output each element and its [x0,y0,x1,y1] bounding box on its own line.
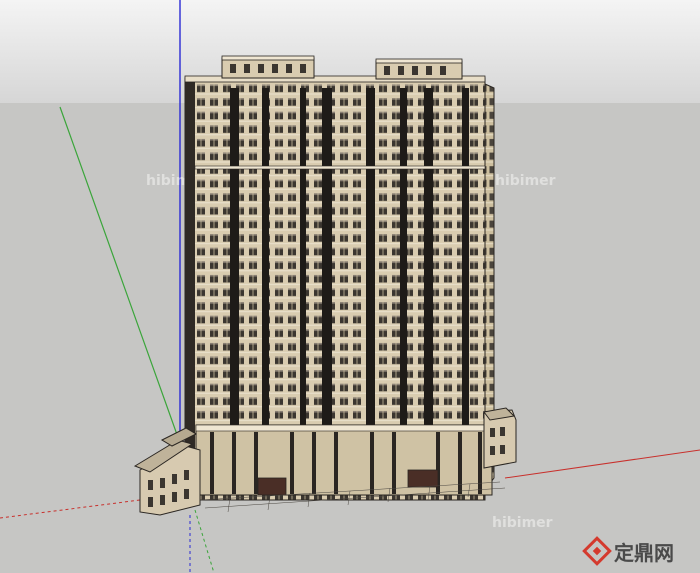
logo-text: 定鼎网 [614,541,674,565]
rooftop-pavilion-left [221,55,315,79]
tower-building [184,55,495,501]
watermark-text: hibimer [492,515,553,531]
rooftop-pavilion-right [375,58,463,80]
podium-band [195,424,493,432]
watermark-text: hibimer [495,173,556,189]
right-annex-building [483,407,517,469]
sketchup-viewport: hibimer hibimer hibimer 定鼎网 [0,0,700,573]
entrance-door-right [407,469,439,488]
facade-cornice-band [194,165,486,170]
tower-base-podium [195,424,493,496]
entrance-door-left [257,477,287,496]
